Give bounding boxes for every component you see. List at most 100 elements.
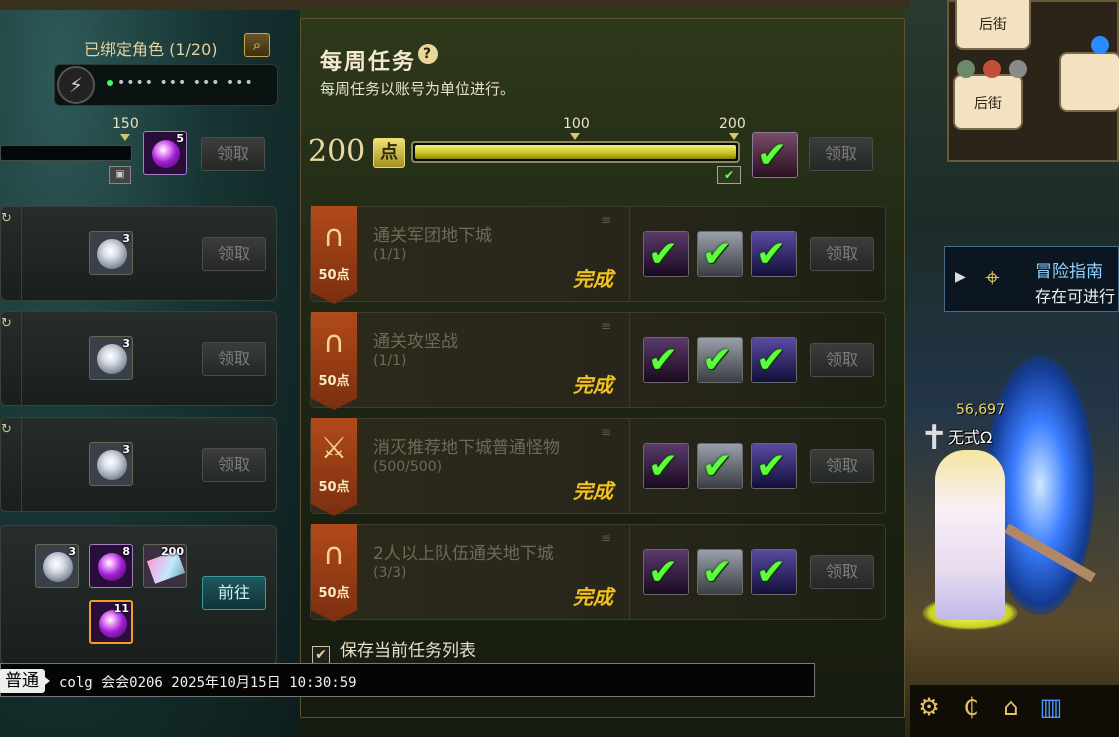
milestone-100-marker: [570, 133, 580, 140]
left-row: ↻ 3 领取: [0, 417, 277, 512]
task-progress: (1/1): [373, 247, 407, 263]
weekly-claim-button[interactable]: 领取: [809, 137, 873, 171]
task-progress: (500/500): [373, 459, 443, 475]
save-task-list-option[interactable]: ✔ 保存当前任务列表: [312, 636, 476, 664]
check-icon: ✔: [648, 234, 679, 275]
check-icon: ✔: [702, 340, 733, 381]
drag-handle-icon[interactable]: ≡: [601, 320, 611, 332]
adventure-guide-panel[interactable]: ▶ ⌖ 冒险指南 存在可进行: [944, 246, 1119, 312]
claim-button[interactable]: 领取: [202, 237, 266, 271]
book-icon[interactable]: ▥: [1036, 692, 1066, 722]
weekly-progress-fill: [415, 145, 736, 159]
row-divider: [21, 418, 22, 511]
points-badge: 点: [373, 138, 405, 168]
task-divider: [629, 525, 630, 619]
reward-item-purple-orb[interactable]: 5: [143, 131, 187, 175]
task-row: ⚔ 50点 消灭推荐地下城普通怪物 (500/500) 完成 ≡ ✔ ✔ ✔ 领取: [310, 418, 886, 516]
drag-handle-icon[interactable]: ≡: [601, 214, 611, 226]
check-icon: ✔: [756, 234, 787, 275]
help-icon[interactable]: ?: [418, 44, 439, 64]
account-field[interactable]: ⚡ •••• ••• ••• •••: [54, 64, 278, 106]
milestone-200-label: 200: [719, 116, 746, 132]
task-ribbon: ∩ 50点: [311, 312, 357, 410]
task-name: 消灭推荐地下城普通怪物: [373, 438, 560, 458]
gate-icon: ∩: [323, 537, 345, 572]
drag-handle-icon[interactable]: ≡: [601, 426, 611, 438]
chat-channel[interactable]: 普通: [0, 669, 45, 693]
chat-text[interactable]: colg 会会0206 2025年10月15日 10:30:59: [59, 672, 357, 692]
left-row: ↻ 3 领取: [0, 311, 277, 406]
task-name: 通关攻坚战: [373, 332, 458, 352]
save-checkbox[interactable]: ✔: [312, 646, 330, 664]
player-character[interactable]: [935, 450, 1005, 620]
reward-item-purple-orb-highlight[interactable]: 11: [89, 600, 133, 644]
chat-input-bar[interactable]: 普通 colg 会会0206 2025年10月15日 10:30:59: [0, 663, 815, 697]
row-divider: [21, 312, 22, 405]
chest-icon: ▣: [109, 166, 131, 184]
task-claim-button[interactable]: 领取: [810, 343, 874, 377]
online-dot: [107, 80, 113, 86]
task-progress: (3/3): [373, 565, 407, 581]
minimap[interactable]: 后街 后街: [947, 0, 1119, 162]
task-row: ∩ 50点 2人以上队伍通关地下城 (3/3) 完成 ≡ ✔ ✔ ✔ 领取: [310, 524, 886, 622]
lightning-icon: ⚡: [57, 66, 95, 104]
claim-button[interactable]: 领取: [201, 137, 265, 171]
task-reward-purple[interactable]: ✔: [643, 443, 689, 489]
task-reward-violet[interactable]: ✔: [751, 443, 797, 489]
task-reward-violet[interactable]: ✔: [751, 549, 797, 595]
task-reward-silver[interactable]: ✔: [697, 443, 743, 489]
weekly-reward-box[interactable]: ✔: [752, 132, 798, 178]
task-claim-button[interactable]: 领取: [810, 449, 874, 483]
search-button[interactable]: ⌕: [244, 33, 270, 57]
account-text: •••• ••• ••• •••: [107, 75, 254, 91]
task-status: 完成: [573, 267, 613, 291]
weekly-title: 每周任务?: [320, 44, 439, 76]
task-reward-silver[interactable]: ✔: [697, 337, 743, 383]
expand-arrow-icon[interactable]: ▶: [955, 269, 966, 285]
task-divider: [629, 313, 630, 407]
task-reward-purple[interactable]: ✔: [643, 337, 689, 383]
settings-icon[interactable]: ⚙: [914, 692, 944, 722]
task-row: ∩ 50点 通关军团地下城 (1/1) 完成 ≡ ✔ ✔ ✔ 领取: [310, 206, 886, 304]
home-icon[interactable]: ⌂: [996, 692, 1026, 722]
task-reward-purple[interactable]: ✔: [643, 231, 689, 277]
claim-button[interactable]: 领取: [202, 342, 266, 376]
go-button[interactable]: 前往: [202, 576, 266, 610]
task-reward-silver[interactable]: ✔: [697, 231, 743, 277]
channel-arrow-icon[interactable]: [41, 674, 50, 688]
task-ribbon: ∩ 50点: [311, 206, 357, 304]
sword-shield-icon: ⚔: [320, 431, 348, 466]
map-room: [1059, 52, 1119, 112]
task-reward-purple[interactable]: ✔: [643, 549, 689, 595]
map-npc-icon: [983, 60, 1001, 78]
task-ribbon: ⚔ 50点: [311, 418, 357, 516]
reward-item-crystal[interactable]: 200: [143, 544, 187, 588]
check-icon: ✔: [648, 552, 679, 593]
bound-characters-label: 已绑定角色 (1/20): [84, 40, 218, 59]
map-npc-icon: [957, 60, 975, 78]
currency-icon[interactable]: ₵: [956, 692, 986, 722]
task-reward-violet[interactable]: ✔: [751, 337, 797, 383]
claim-button[interactable]: 领取: [202, 448, 266, 482]
reward-item-silver[interactable]: 3: [35, 544, 79, 588]
task-claim-button[interactable]: 领取: [810, 237, 874, 271]
check-icon: ✔: [648, 340, 679, 381]
reward-item-silver[interactable]: 3: [89, 336, 133, 380]
claimed-check-icon: ✔: [717, 166, 741, 184]
character-power: 56,697: [956, 402, 1005, 418]
lamp-post-icon: ✝: [920, 418, 949, 458]
check-icon: ✔: [702, 234, 733, 275]
task-reward-silver[interactable]: ✔: [697, 549, 743, 595]
reward-item-purple-orb[interactable]: 8: [89, 544, 133, 588]
task-name: 2人以上队伍通关地下城: [373, 544, 554, 564]
gate-icon: ∩: [323, 325, 345, 360]
gate-icon: ∩: [323, 219, 345, 254]
drag-handle-icon[interactable]: ≡: [601, 532, 611, 544]
reward-item-silver[interactable]: 3: [89, 231, 133, 275]
refresh-icon: ↻: [1, 422, 12, 437]
reward-item-silver[interactable]: 3: [89, 442, 133, 486]
task-claim-button[interactable]: 领取: [810, 555, 874, 589]
task-reward-violet[interactable]: ✔: [751, 231, 797, 277]
weekly-progress-bar: [411, 141, 740, 163]
map-room: 后街: [955, 0, 1031, 50]
